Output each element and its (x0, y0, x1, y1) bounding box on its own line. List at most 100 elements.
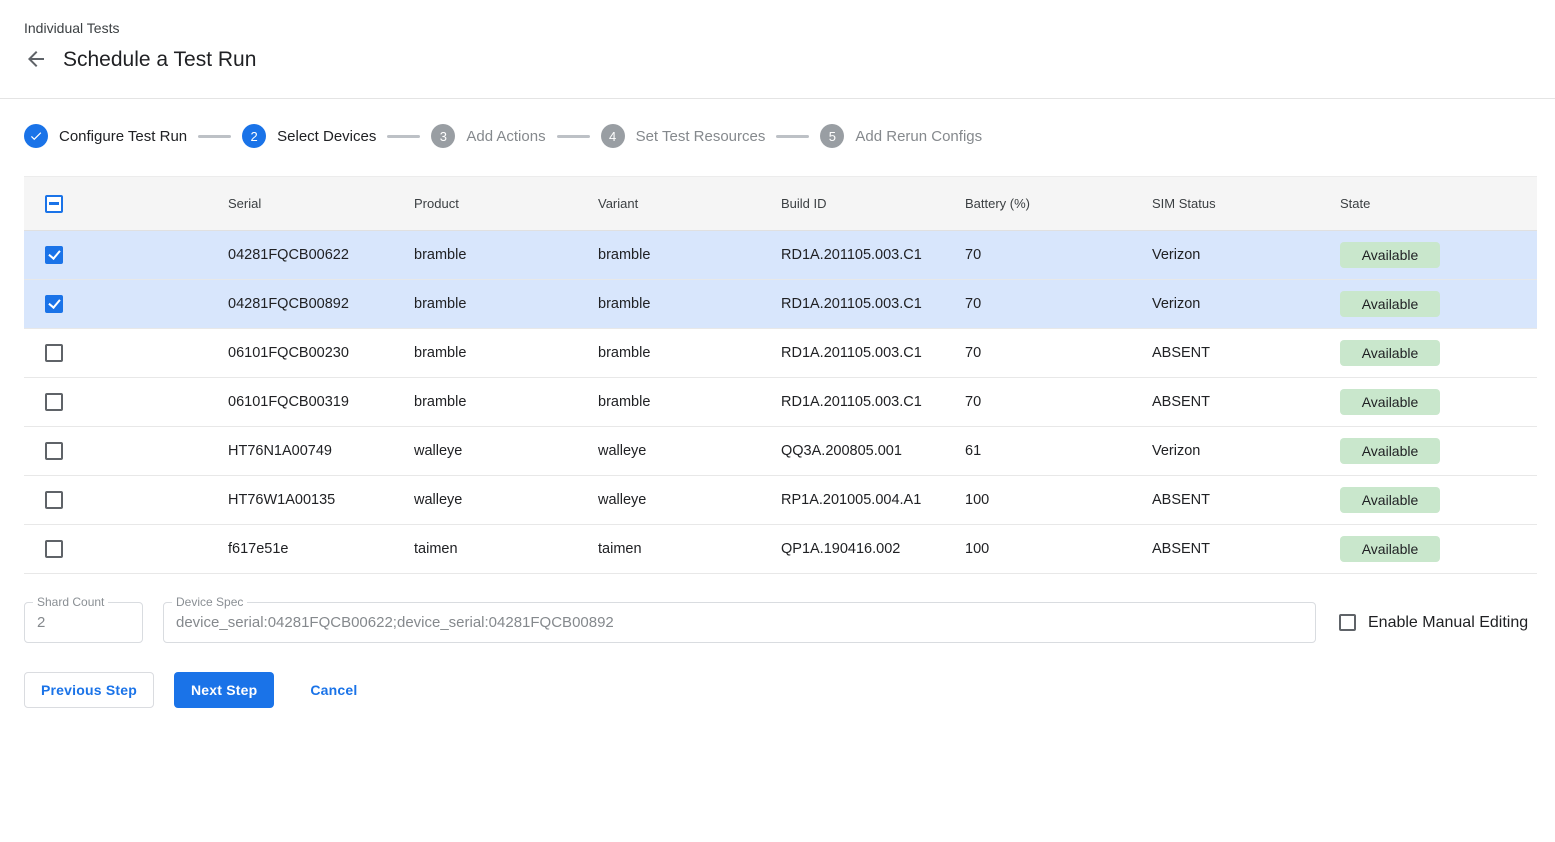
cell-sim-status: ABSENT (1131, 476, 1319, 525)
cell-product: walleye (393, 476, 577, 525)
cell-serial: 04281FQCB00622 (207, 231, 393, 280)
column-header-serial: Serial (207, 177, 393, 231)
row-checkbox[interactable] (45, 393, 63, 411)
step-set-test-resources[interactable]: 4 Set Test Resources (601, 124, 766, 148)
page-header: Individual Tests Schedule a Test Run (0, 0, 1555, 99)
row-checkbox[interactable] (45, 491, 63, 509)
cell-serial: 06101FQCB00230 (207, 329, 393, 378)
cell-sim-status: Verizon (1131, 280, 1319, 329)
column-header-battery: Battery (%) (944, 177, 1131, 231)
cell-product: bramble (393, 378, 577, 427)
cell-sim-status: Verizon (1131, 427, 1319, 476)
stepper: Configure Test Run 2 Select Devices 3 Ad… (0, 99, 1555, 176)
step-add-actions[interactable]: 3 Add Actions (431, 124, 545, 148)
cell-serial: 04281FQCB00892 (207, 280, 393, 329)
step-connector (198, 135, 231, 138)
row-checkbox[interactable] (45, 442, 63, 460)
state-badge: Available (1340, 242, 1440, 268)
cell-variant: walleye (577, 476, 760, 525)
cell-battery: 70 (944, 280, 1131, 329)
state-badge: Available (1340, 340, 1440, 366)
cell-battery: 70 (944, 378, 1131, 427)
step-add-rerun-configs[interactable]: 5 Add Rerun Configs (820, 124, 982, 148)
table-row: HT76N1A00749 walleye walleye QQ3A.200805… (24, 427, 1537, 476)
column-header-variant: Variant (577, 177, 760, 231)
state-badge: Available (1340, 389, 1440, 415)
cell-variant: taimen (577, 525, 760, 574)
step-label: Configure Test Run (59, 128, 187, 145)
step-completed-check-icon (24, 124, 48, 148)
step-connector (776, 135, 809, 138)
step-number: 5 (820, 124, 844, 148)
cell-build-id: RD1A.201105.003.C1 (760, 329, 944, 378)
cell-build-id: RP1A.201005.004.A1 (760, 476, 944, 525)
cell-serial: f617e51e (207, 525, 393, 574)
arrow-back-icon (24, 47, 48, 74)
state-badge: Available (1340, 536, 1440, 562)
table-row: 04281FQCB00622 bramble bramble RD1A.2011… (24, 231, 1537, 280)
cell-battery: 100 (944, 476, 1131, 525)
device-spec-input[interactable] (164, 614, 1315, 631)
actions-row: Previous Step Next Step Cancel (24, 672, 1531, 708)
device-spec-form: Shard Count Device Spec Enable Manual Ed… (24, 602, 1531, 643)
select-all-checkbox[interactable] (45, 195, 63, 213)
cell-sim-status: ABSENT (1131, 378, 1319, 427)
column-header-product: Product (393, 177, 577, 231)
state-badge: Available (1340, 438, 1440, 464)
previous-step-button[interactable]: Previous Step (24, 672, 154, 708)
step-configure-test-run[interactable]: Configure Test Run (24, 124, 187, 148)
step-label: Select Devices (277, 128, 376, 145)
row-checkbox[interactable] (45, 344, 63, 362)
enable-manual-editing-checkbox[interactable] (1339, 614, 1356, 631)
device-spec-field: Device Spec (163, 602, 1316, 643)
next-step-button[interactable]: Next Step (174, 672, 274, 708)
breadcrumb: Individual Tests (24, 20, 1531, 36)
cancel-button[interactable]: Cancel (294, 672, 373, 708)
column-header-sim-status: SIM Status (1131, 177, 1319, 231)
back-button[interactable] (24, 48, 48, 72)
cell-product: walleye (393, 427, 577, 476)
cell-build-id: RD1A.201105.003.C1 (760, 378, 944, 427)
cell-variant: bramble (577, 280, 760, 329)
cell-sim-status: ABSENT (1131, 525, 1319, 574)
step-connector (387, 135, 420, 138)
row-checkbox[interactable] (45, 295, 63, 313)
enable-manual-editing-control[interactable]: Enable Manual Editing (1339, 614, 1528, 632)
table-row: 06101FQCB00230 bramble bramble RD1A.2011… (24, 329, 1537, 378)
cell-build-id: RD1A.201105.003.C1 (760, 280, 944, 329)
cell-build-id: QQ3A.200805.001 (760, 427, 944, 476)
cell-serial: 06101FQCB00319 (207, 378, 393, 427)
cell-battery: 61 (944, 427, 1131, 476)
row-checkbox[interactable] (45, 246, 63, 264)
step-number: 4 (601, 124, 625, 148)
table-row: HT76W1A00135 walleye walleye RP1A.201005… (24, 476, 1537, 525)
cell-variant: bramble (577, 231, 760, 280)
cell-variant: walleye (577, 427, 760, 476)
step-label: Set Test Resources (636, 128, 766, 145)
shard-count-field: Shard Count (24, 602, 143, 643)
table-row: f617e51e taimen taimen QP1A.190416.002 1… (24, 525, 1537, 574)
step-select-devices[interactable]: 2 Select Devices (242, 124, 376, 148)
cell-variant: bramble (577, 329, 760, 378)
state-badge: Available (1340, 487, 1440, 513)
column-header-build-id: Build ID (760, 177, 944, 231)
step-connector (557, 135, 590, 138)
shard-count-label: Shard Count (33, 595, 108, 609)
cell-product: bramble (393, 231, 577, 280)
step-label: Add Actions (466, 128, 545, 145)
row-checkbox[interactable] (45, 540, 63, 558)
shard-count-input[interactable] (25, 614, 142, 631)
step-number: 2 (242, 124, 266, 148)
cell-battery: 70 (944, 329, 1131, 378)
enable-manual-editing-label: Enable Manual Editing (1368, 614, 1528, 632)
step-label: Add Rerun Configs (855, 128, 982, 145)
device-table-container: Serial Product Variant Build ID Battery … (24, 176, 1531, 574)
device-spec-label: Device Spec (172, 595, 247, 609)
cell-product: taimen (393, 525, 577, 574)
cell-sim-status: Verizon (1131, 231, 1319, 280)
column-header-state: State (1319, 177, 1537, 231)
cell-build-id: QP1A.190416.002 (760, 525, 944, 574)
cell-battery: 70 (944, 231, 1131, 280)
cell-variant: bramble (577, 378, 760, 427)
table-row: 04281FQCB00892 bramble bramble RD1A.2011… (24, 280, 1537, 329)
